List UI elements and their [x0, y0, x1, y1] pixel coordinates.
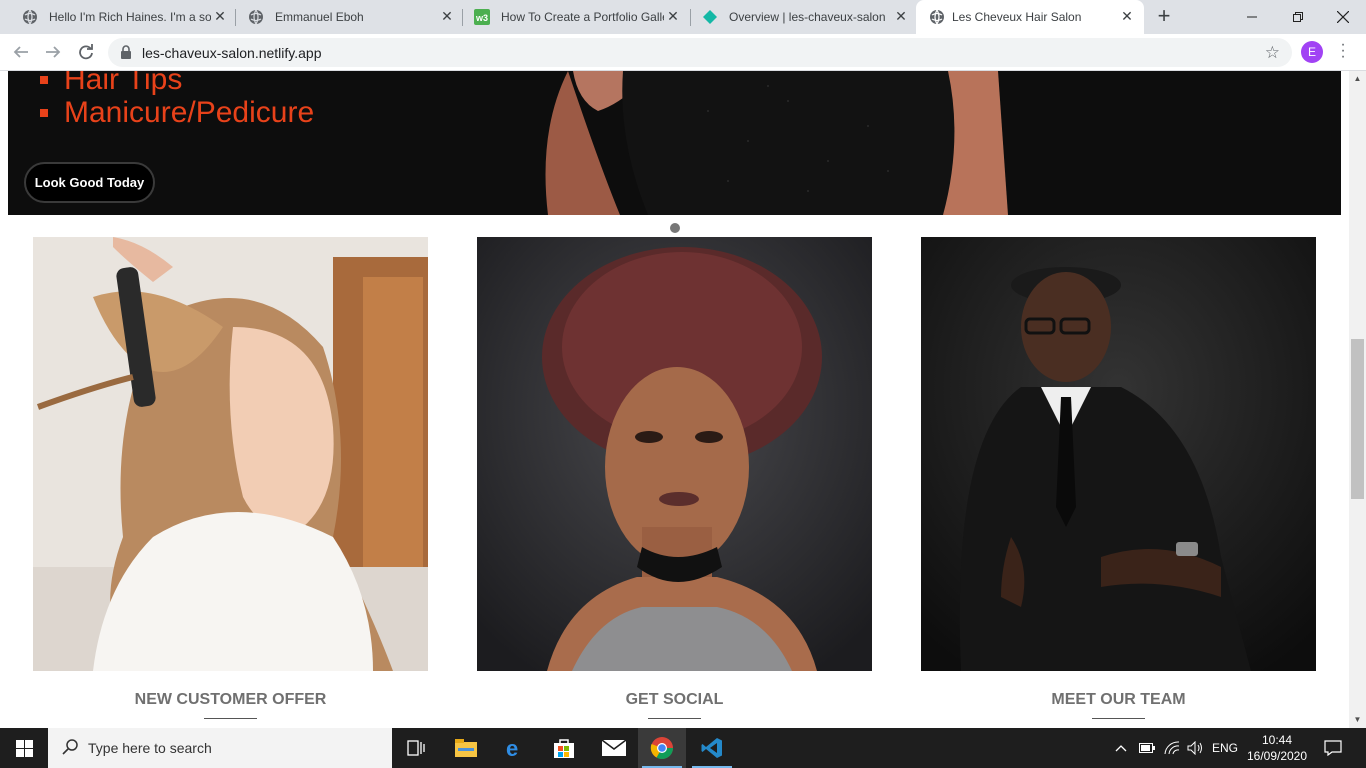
w3-icon: w3	[474, 9, 490, 25]
search-icon	[62, 739, 78, 755]
search-placeholder: Type here to search	[88, 740, 212, 756]
edge-button[interactable]: e	[492, 728, 540, 768]
tab-title: Les Cheveux Hair Salon	[952, 10, 1082, 24]
card-caption: MEET OUR TEAM	[1051, 691, 1186, 708]
close-icon[interactable]: ✕	[893, 8, 909, 24]
minimize-button[interactable]	[1229, 0, 1275, 34]
close-icon[interactable]: ✕	[1119, 8, 1135, 24]
netlify-icon	[703, 10, 717, 24]
tab-title: Overview | les-chaveux-salon	[729, 10, 886, 24]
tab-emmanuel-eboh[interactable]: Emmanuel Eboh ✕	[226, 0, 462, 34]
services-list: Hair Tips Manicure/Pedicure	[38, 71, 314, 129]
look-good-today-button[interactable]: Look Good Today	[24, 162, 155, 203]
arrow-left-icon	[13, 46, 28, 58]
scrollbar-thumb[interactable]	[1351, 339, 1364, 499]
page-scrollbar[interactable]: ▲ ▼	[1349, 71, 1366, 728]
chrome-icon	[650, 737, 673, 759]
tab-les-cheveux-active[interactable]: Les Cheveux Hair Salon ✕	[916, 0, 1144, 34]
man-in-suit-photo	[921, 237, 1316, 671]
back-button[interactable]	[9, 40, 33, 64]
taskbar-search-box[interactable]: Type here to search	[48, 728, 392, 768]
tab-netlify-overview[interactable]: Overview | les-chaveux-salon ✕	[680, 0, 916, 34]
reload-icon	[79, 44, 93, 60]
wifi-icon	[1164, 741, 1180, 755]
chevron-up-icon	[1115, 745, 1127, 752]
lock-icon	[121, 45, 131, 59]
globe-icon	[249, 9, 263, 25]
close-icon	[1337, 11, 1349, 23]
card-caption: NEW CUSTOMER OFFER	[134, 691, 327, 708]
list-item: Manicure/Pedicure	[38, 96, 314, 129]
edge-icon: e	[506, 737, 518, 759]
new-tab-button[interactable]: +	[1153, 5, 1175, 28]
caption-underline	[648, 718, 701, 719]
svg-text:e: e	[506, 737, 518, 759]
card-caption: GET SOCIAL	[625, 691, 724, 708]
system-clock[interactable]: 10:44 16/09/2020	[1244, 732, 1310, 764]
clock-date: 16/09/2020	[1246, 749, 1308, 763]
tab-w3schools[interactable]: w3 How To Create a Portfolio Galle ✕	[452, 0, 688, 34]
square-bullet-icon	[40, 109, 48, 117]
caption-underline	[1092, 718, 1145, 719]
notifications-button[interactable]	[1324, 728, 1342, 768]
menu-kebab-icon[interactable]: · · ·	[1340, 37, 1346, 65]
tab-rich-haines[interactable]: Hello I'm Rich Haines. I'm a sof ✕	[0, 0, 234, 34]
input-language[interactable]: ENG	[1212, 728, 1238, 768]
arrow-right-icon	[46, 46, 61, 58]
tab-title: Emmanuel Eboh	[275, 10, 364, 24]
task-view-icon	[407, 740, 425, 756]
forward-button[interactable]	[41, 40, 65, 64]
tab-title: Hello I'm Rich Haines. I'm a sof	[49, 10, 211, 24]
restore-icon	[1293, 12, 1303, 22]
chrome-button[interactable]	[638, 728, 686, 768]
page-viewport: Hair Tips Manicure/Pedicure Look Good To…	[0, 71, 1349, 728]
scroll-up-arrow-icon[interactable]: ▲	[1353, 74, 1362, 83]
caption-underline	[204, 718, 257, 719]
browser-toolbar: les-chaveux-salon.netlify.app ☆	[0, 34, 1366, 71]
square-bullet-icon	[40, 76, 48, 84]
scroll-down-arrow-icon[interactable]: ▼	[1353, 715, 1362, 724]
store-icon	[554, 739, 574, 758]
bookmark-star-icon[interactable]: ☆	[1265, 43, 1280, 63]
speaker-icon	[1187, 741, 1202, 755]
carousel-indicator-dot[interactable]	[670, 223, 680, 233]
folder-icon	[455, 739, 477, 757]
file-explorer-button[interactable]	[442, 728, 490, 768]
close-window-button[interactable]	[1320, 0, 1366, 34]
battery-status[interactable]	[1139, 728, 1155, 768]
battery-icon	[1139, 743, 1155, 753]
woman-portrait-photo	[477, 237, 872, 671]
mail-icon	[602, 740, 626, 756]
list-item: Hair Tips	[38, 71, 314, 96]
hero-slide: Hair Tips Manicure/Pedicure Look Good To…	[8, 71, 1341, 215]
mail-button[interactable]	[590, 728, 638, 768]
reload-button[interactable]	[74, 40, 98, 64]
service-label: Manicure/Pedicure	[64, 96, 315, 129]
volume-control[interactable]	[1187, 728, 1205, 768]
show-hidden-icons-button[interactable]	[1115, 728, 1127, 768]
store-button[interactable]	[540, 728, 588, 768]
url-text: les-chaveux-salon.netlify.app	[142, 45, 322, 61]
wifi-status[interactable]	[1164, 728, 1180, 768]
task-view-button[interactable]	[392, 728, 440, 768]
svg-text:w3: w3	[475, 13, 488, 23]
notification-icon	[1324, 740, 1342, 756]
vscode-icon	[701, 738, 722, 758]
vscode-button[interactable]	[688, 728, 736, 768]
address-bar[interactable]: les-chaveux-salon.netlify.app ☆	[108, 38, 1292, 67]
globe-icon	[23, 9, 37, 25]
globe-icon	[930, 9, 944, 25]
windows-taskbar: Type here to search e ENG 10:44 16/09/20…	[0, 728, 1366, 768]
profile-avatar[interactable]: E	[1301, 41, 1323, 63]
service-label: Hair Tips	[64, 71, 183, 96]
curling-hair-photo	[33, 237, 428, 671]
windows-logo-icon	[15, 739, 33, 757]
start-button[interactable]	[0, 728, 48, 768]
tab-strip: Hello I'm Rich Haines. I'm a sof ✕ Emman…	[0, 0, 1366, 34]
clock-time: 10:44	[1261, 733, 1293, 747]
close-icon[interactable]: ✕	[665, 8, 681, 24]
restore-button[interactable]	[1275, 0, 1321, 34]
tab-title: How To Create a Portfolio Galle	[501, 10, 664, 24]
minimize-icon	[1247, 16, 1257, 18]
